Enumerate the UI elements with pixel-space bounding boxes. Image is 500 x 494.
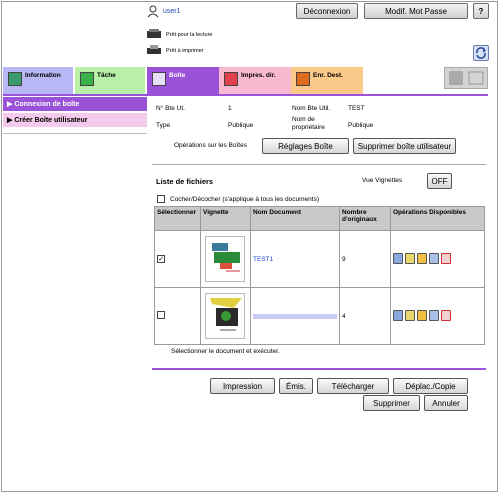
- download-button[interactable]: Télécharger: [317, 378, 389, 394]
- thumbnail-view-label: Vue Vignettes: [362, 177, 403, 184]
- delete-button[interactable]: Supprimer: [363, 395, 420, 411]
- check-all-label: Cocher/Décocher (s'applique à tous les d…: [170, 196, 320, 203]
- document-name-cell: TEST1: [250, 230, 340, 288]
- direct-print-icon: [224, 72, 238, 86]
- thumbnail-cell: [200, 287, 251, 345]
- section-divider: [152, 164, 486, 165]
- document-name-link[interactable]: TEST1: [253, 256, 273, 263]
- sidebar-item-create-box[interactable]: ▶ Créer Boîte utilisateur: [3, 113, 147, 127]
- change-password-button[interactable]: Modif. Mot Passe: [364, 3, 468, 19]
- print-document-icon[interactable]: [393, 252, 403, 264]
- tab-box[interactable]: Boîte: [147, 67, 219, 95]
- file-list-title: Liste de fichiers: [156, 177, 214, 186]
- column-header: Sélectionner: [154, 206, 201, 231]
- box-icon: [152, 72, 166, 86]
- delete-user-box-button[interactable]: Supprimer boîte utilisateur: [353, 138, 456, 154]
- tab-address-book[interactable]: Enr. Dest.: [291, 67, 363, 95]
- column-header: Nombre d'originaux: [339, 206, 391, 231]
- column-header: Opérations Disponibles: [390, 206, 485, 231]
- status-print: Prêt à imprimer: [166, 48, 204, 54]
- row-checkbox[interactable]: ✓: [157, 255, 165, 263]
- table-row: 4: [154, 287, 485, 345]
- send-document-icon[interactable]: [405, 252, 415, 264]
- file-table: Sélectionner Vignette Nom Document Nombr…: [154, 206, 485, 345]
- check-all-checkbox[interactable]: [157, 195, 165, 205]
- box-number-label: N° Bte Ut.: [156, 105, 185, 112]
- owner-label-line2: propriétaire: [292, 124, 325, 131]
- download-document-icon[interactable]: [417, 309, 427, 321]
- table-row: ✓ TEST1 9: [154, 230, 485, 288]
- select-cell: [154, 287, 201, 345]
- send-document-icon[interactable]: [405, 309, 415, 321]
- download-document-icon[interactable]: [417, 252, 427, 264]
- send-button[interactable]: Émis.: [279, 378, 313, 394]
- thumbnail-cell: [200, 230, 251, 288]
- sidebar-item-box-login[interactable]: ▶ Connexion de boîte: [3, 97, 147, 111]
- box-type-value: Publique: [228, 122, 254, 129]
- box-type-label: Type: [156, 122, 171, 129]
- count-cell: 9: [339, 230, 391, 288]
- instruction-text: Sélectionner le document et exécuter.: [171, 348, 280, 355]
- box-settings-button[interactable]: Réglages Boîte: [262, 138, 349, 154]
- box-operations-label: Opérations sur les Boîtes: [174, 142, 247, 149]
- box-name-label: Nom Bte Util.: [292, 105, 331, 112]
- scanner-icon: [146, 28, 162, 40]
- owner-label-line1: Nom de: [292, 116, 315, 123]
- tab-label: Information: [25, 72, 61, 79]
- print-button[interactable]: Impression: [210, 378, 275, 394]
- select-cell: ✓: [154, 230, 201, 288]
- copy-document-icon[interactable]: [429, 309, 439, 321]
- delete-document-icon[interactable]: [441, 252, 451, 264]
- tab-label: Boîte: [169, 72, 186, 79]
- tab-label: Tâche: [97, 72, 116, 79]
- document-name-redacted[interactable]: [253, 313, 337, 319]
- tab-direct-print[interactable]: Impres. dir.: [219, 67, 291, 95]
- copy-document-icon[interactable]: [429, 252, 439, 264]
- document-thumbnail: [205, 236, 245, 282]
- cancel-button[interactable]: Annuler: [424, 395, 468, 411]
- move-copy-button[interactable]: Déplac./Copie: [393, 378, 468, 394]
- table-header-row: Sélectionner Vignette Nom Document Nombr…: [154, 206, 485, 231]
- address-book-icon: [296, 72, 310, 86]
- sidebar-divider: [3, 133, 147, 134]
- printer-icon: [146, 44, 162, 56]
- tab-extra-dim: [444, 67, 488, 89]
- tab-information[interactable]: Information: [3, 67, 73, 95]
- user-name: user1: [163, 8, 181, 15]
- sidebar-item-label: Connexion de boîte: [14, 101, 80, 108]
- operations-cell: [390, 230, 485, 288]
- help-button[interactable]: ?: [473, 3, 489, 19]
- thumbnail-view-toggle[interactable]: OFF: [427, 173, 452, 189]
- row-checkbox[interactable]: [157, 311, 165, 319]
- operations-cell: [390, 287, 485, 345]
- delete-document-icon[interactable]: [441, 309, 451, 321]
- user-icon: [147, 5, 159, 18]
- tab-label: Impres. dir.: [241, 72, 276, 79]
- logout-button[interactable]: Déconnexion: [296, 3, 358, 19]
- column-header: Nom Document: [250, 206, 340, 231]
- action-divider: [152, 368, 486, 370]
- refresh-icon[interactable]: [473, 45, 489, 61]
- box-number-value: 1: [228, 105, 232, 112]
- task-icon: [80, 72, 94, 86]
- column-header: Vignette: [200, 206, 251, 231]
- status-read: Prêt pour la lecture: [166, 32, 213, 38]
- tab-label: Enr. Dest.: [313, 72, 343, 79]
- document-name-cell: [250, 287, 340, 345]
- tab-underline: [3, 94, 488, 96]
- owner-label: Nom de propriétaire: [292, 116, 325, 132]
- document-thumbnail: [205, 293, 245, 339]
- information-icon: [8, 72, 22, 86]
- sidebar-item-label: Créer Boîte utilisateur: [14, 117, 88, 124]
- box-name-value: TEST: [348, 105, 365, 112]
- print-document-icon[interactable]: [393, 309, 403, 321]
- owner-value: Publique: [348, 122, 374, 129]
- count-cell: 4: [339, 287, 391, 345]
- tab-task[interactable]: Tâche: [75, 67, 145, 95]
